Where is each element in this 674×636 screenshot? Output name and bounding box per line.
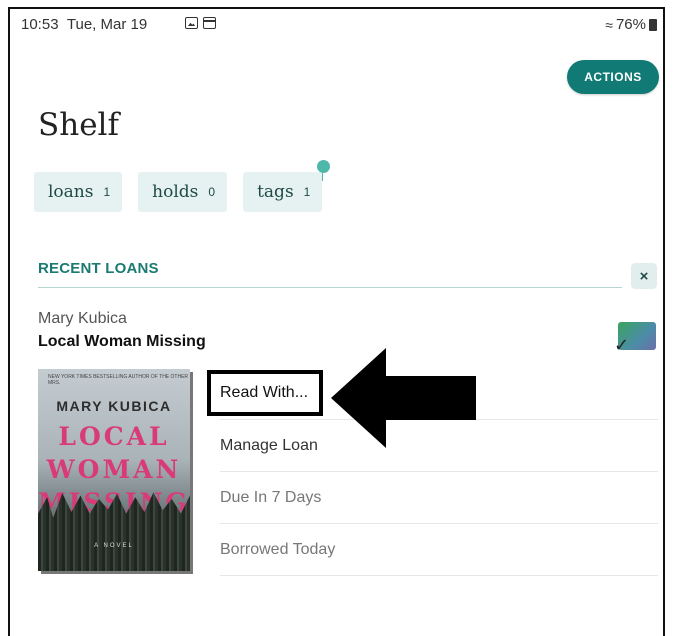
actions-button[interactable]: ACTIONS [567, 60, 659, 94]
menu-item-label: Read With... [220, 384, 309, 401]
app-screen: 10:53 Tue, Mar 19 ≈ 76% ACTIONS Shelf lo… [8, 7, 665, 636]
status-notification-icons [185, 17, 216, 29]
cover-title-word: LOCAL [58, 422, 170, 451]
tab-label: loans [48, 182, 94, 202]
tab-count: 1 [303, 185, 311, 199]
tab-tags[interactable]: tags 1 [243, 160, 331, 212]
tab-count: 1 [103, 185, 111, 199]
balloon-icon [317, 160, 331, 181]
calendar-icon [203, 17, 216, 29]
battery-icon [649, 18, 657, 31]
tab-label: holds [152, 182, 199, 202]
tab-label: tags [257, 182, 294, 202]
menu-item-label: Manage Loan [220, 436, 318, 454]
tab-count: 0 [208, 185, 216, 199]
pointer-arrow-icon [331, 348, 476, 448]
section-divider [38, 287, 622, 288]
image-icon [185, 17, 198, 29]
read-with-highlight[interactable]: Read With... [207, 370, 323, 416]
check-icon: ✓ [614, 335, 630, 355]
page-title: Shelf [38, 107, 119, 143]
book-author[interactable]: Mary Kubica [38, 310, 127, 328]
cover-author: MARY KUBICA [56, 398, 172, 414]
shelf-tabs: loans 1 holds 0 tags 1 [34, 160, 331, 212]
due-date-info: Due In 7 Days [220, 472, 658, 524]
tab-holds[interactable]: holds 0 [138, 172, 228, 212]
wifi-icon: ≈ [605, 16, 613, 33]
battery-level: 76% [615, 16, 646, 33]
book-cover[interactable]: NEW YORK TIMES BESTSELLING AUTHOR OF THE… [38, 369, 190, 571]
tab-loans[interactable]: loans 1 [34, 172, 123, 212]
status-clock: 10:53 [21, 16, 59, 33]
menu-item-label: Due In 7 Days [220, 488, 322, 506]
menu-item-label: Borrowed Today [220, 540, 336, 558]
close-icon[interactable]: × [631, 263, 657, 289]
section-title-recent-loans: RECENT LOANS [38, 260, 159, 277]
status-time: 10:53 Tue, Mar 19 [21, 16, 147, 33]
status-date: Tue, Mar 19 [66, 16, 148, 33]
status-right: ≈ 76% [605, 16, 657, 33]
book-title[interactable]: Local Woman Missing [38, 333, 206, 351]
cover-tagline: NEW YORK TIMES BESTSELLING AUTHOR OF THE… [48, 374, 189, 386]
cover-subtitle: A NOVEL [94, 543, 134, 549]
cover-title-word: WOMAN [46, 455, 182, 484]
borrowed-date-info: Borrowed Today [220, 524, 658, 576]
